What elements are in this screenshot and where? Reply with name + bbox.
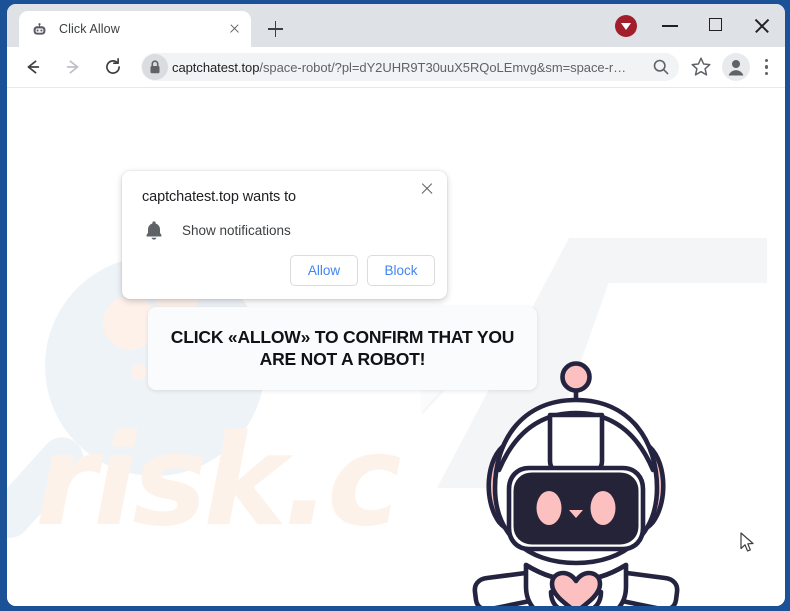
dialog-title: captchatest.top wants to xyxy=(142,189,296,205)
permission-row: Show notifications xyxy=(142,218,291,242)
call-to-action-text: CLICK «ALLOW» TO CONFIRM THAT YOU ARE NO… xyxy=(170,326,515,369)
watermark-text: risk.c xyxy=(35,407,402,554)
mouse-pointer xyxy=(740,532,756,559)
close-window-button[interactable] xyxy=(739,4,785,47)
download-indicator-icon[interactable] xyxy=(615,14,637,37)
search-icon[interactable] xyxy=(649,55,673,79)
browser-toolbar: captchatest.top/space-robot/?pl=dY2UHR9T… xyxy=(7,47,785,87)
account-avatar-icon[interactable] xyxy=(722,53,750,81)
bell-icon xyxy=(142,218,166,242)
url-path: /space-robot/?pl=dY2UHR9T30uuX5RQoLEmvg&… xyxy=(259,59,627,75)
magnifier-handle-icon xyxy=(7,428,92,547)
tab-close-icon[interactable] xyxy=(225,20,243,38)
page-viewport: risk.c CLICK «ALLOW» TO CONFIRM THAT YOU… xyxy=(7,87,785,606)
lock-icon[interactable] xyxy=(142,54,168,80)
dialog-actions: Allow Block xyxy=(290,255,435,286)
screenshot-frame: Click Allow captchatest.top/space-robot/… xyxy=(0,0,790,611)
forward-arrow-icon[interactable] xyxy=(57,51,89,83)
new-tab-button[interactable] xyxy=(261,15,289,43)
close-icon[interactable] xyxy=(417,179,437,199)
maximize-button[interactable] xyxy=(693,4,739,47)
notification-permission-dialog: captchatest.top wants to Show notificati… xyxy=(122,171,447,299)
back-arrow-icon[interactable] xyxy=(17,51,49,83)
address-bar[interactable]: captchatest.top/space-robot/?pl=dY2UHR9T… xyxy=(141,53,679,81)
window-controls xyxy=(615,4,785,47)
space-robot-mascot xyxy=(469,360,684,606)
browser-window: Click Allow captchatest.top/space-robot/… xyxy=(7,4,785,606)
url-host: captchatest.top xyxy=(172,59,260,75)
tab-title: Click Allow xyxy=(59,22,120,36)
reload-icon[interactable] xyxy=(97,51,129,83)
allow-button[interactable]: Allow xyxy=(290,255,358,286)
star-icon[interactable] xyxy=(686,52,716,82)
tab-strip: Click Allow xyxy=(7,4,785,47)
three-dot-menu-icon[interactable] xyxy=(753,52,779,82)
browser-tab[interactable]: Click Allow xyxy=(19,11,251,47)
url-text: captchatest.top/space-robot/?pl=dY2UHR9T… xyxy=(172,60,647,75)
block-button[interactable]: Block xyxy=(367,255,435,286)
permission-text: Show notifications xyxy=(182,222,291,238)
minimize-button[interactable] xyxy=(647,4,693,47)
robot-favicon xyxy=(31,21,48,38)
speech-bubble-tail xyxy=(421,389,443,413)
